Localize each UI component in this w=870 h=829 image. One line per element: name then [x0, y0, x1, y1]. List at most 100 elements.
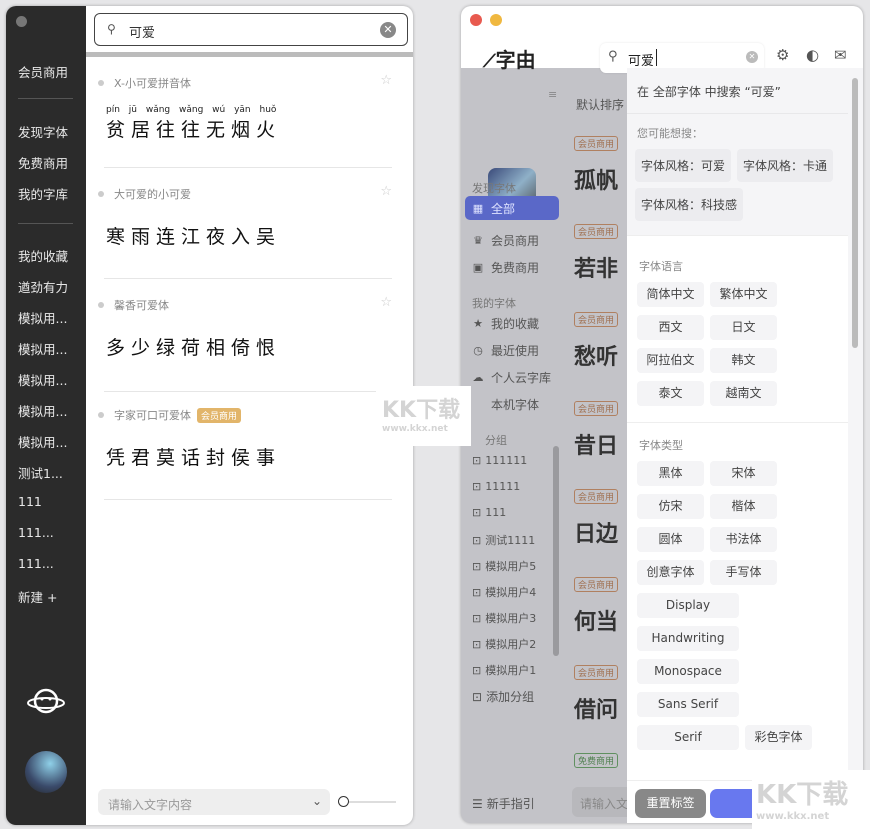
avatar[interactable]: [25, 751, 67, 793]
sidebar-item-vip[interactable]: ♛ 会员商用: [471, 232, 539, 249]
group-item[interactable]: ⊡ 模拟用户5: [472, 558, 536, 574]
type-tag[interactable]: 彩色字体: [745, 725, 812, 750]
group-item[interactable]: ⊡ 测试1111: [472, 532, 535, 548]
sidebar-item[interactable]: 111: [18, 494, 42, 509]
group-item[interactable]: ⊡ 模拟用户3: [472, 610, 536, 626]
theme-icon[interactable]: ◐: [806, 46, 819, 64]
chevron-down-icon[interactable]: ⌄: [312, 794, 322, 808]
sidebar-item[interactable]: 测试1...: [18, 463, 63, 482]
window-control[interactable]: [16, 16, 27, 27]
font-row[interactable]: 会员商用 何当: [574, 573, 619, 636]
sidebar-item[interactable]: 模拟用...: [18, 432, 67, 451]
font-item[interactable]: 字家可口可爱体会员商用 A 凭君莫话封侯事: [98, 405, 392, 500]
font-row[interactable]: 会员商用 孤帆: [574, 132, 619, 195]
sidebar-item[interactable]: 模拟用...: [18, 370, 67, 389]
sidebar-item[interactable]: 111...: [18, 556, 54, 571]
type-tag[interactable]: 楷体: [710, 494, 777, 519]
slider-handle[interactable]: [338, 796, 349, 807]
search-all-option[interactable]: 在 全部字体 中搜索 “可爱”: [627, 68, 848, 114]
suggestion-chip[interactable]: 字体风格：可爱: [635, 149, 732, 182]
close-button[interactable]: [470, 14, 482, 26]
preview-text-input[interactable]: 请输入文字内容 ⌄: [98, 789, 330, 815]
sidebar-item-free[interactable]: ▣ 免费商用: [471, 259, 539, 276]
font-row[interactable]: 会员商用 昔日: [574, 397, 619, 460]
font-sample: 多少绿荷相倚恨: [106, 337, 282, 359]
sort-dropdown[interactable]: 默认排序: [576, 96, 624, 113]
font-row[interactable]: 会员商用 日边: [574, 485, 619, 548]
star-icon[interactable]: ☆: [380, 184, 392, 199]
sidebar-item[interactable]: 遒劲有力: [18, 277, 68, 296]
guide-button[interactable]: ☰ 新手指引: [472, 795, 535, 812]
sidebar-item[interactable]: 发现字体: [18, 122, 68, 141]
sidebar-item[interactable]: 我的收藏: [18, 246, 68, 265]
search-input[interactable]: ⚲ 可爱 ✕: [94, 13, 408, 46]
sidebar-item[interactable]: 模拟用...: [18, 339, 67, 358]
mini-font-window: 会员商用 发现字体 免费商用 我的字库 我的收藏 遒劲有力 模拟用... 模拟用…: [6, 6, 413, 825]
group-item[interactable]: ⊡ 模拟用户1: [472, 662, 536, 678]
language-tag[interactable]: 西文: [637, 315, 704, 340]
type-tag[interactable]: 圆体: [637, 527, 704, 552]
type-tag[interactable]: 仿宋: [637, 494, 704, 519]
font-row[interactable]: 会员商用 借问: [574, 661, 619, 724]
sidebar-item-favorites[interactable]: ★ 我的收藏: [471, 315, 539, 332]
sidebar-item[interactable]: 模拟用...: [18, 401, 67, 420]
collapse-icon[interactable]: ≡: [548, 88, 557, 101]
font-row[interactable]: 免费商用: [574, 749, 619, 768]
sidebar-item-cloud[interactable]: ☁ 个人云字库: [471, 369, 552, 386]
reset-tags-button[interactable]: 重置标签: [635, 789, 706, 818]
type-tag[interactable]: Serif: [637, 725, 739, 750]
font-item[interactable]: 馨香可爱体 ☆ 多少绿荷相倚恨: [98, 295, 392, 392]
sidebar-item[interactable]: 我的字库: [18, 184, 68, 203]
clear-icon[interactable]: ✕: [746, 51, 758, 63]
type-tag[interactable]: Sans Serif: [637, 692, 739, 717]
group-item[interactable]: ⊡ 11111: [472, 480, 520, 493]
sidebar-item[interactable]: 111...: [18, 525, 54, 540]
type-tag[interactable]: 手写体: [710, 560, 777, 585]
add-group-button[interactable]: ⊡ 添加分组: [472, 688, 534, 705]
font-row[interactable]: 会员商用 若非: [574, 220, 619, 283]
star-icon[interactable]: ☆: [380, 73, 392, 88]
clear-icon[interactable]: ✕: [380, 22, 396, 38]
type-tag[interactable]: Display: [637, 593, 739, 618]
suggestion-chip[interactable]: 字体风格：科技感: [635, 188, 744, 221]
suggestion-chip[interactable]: 字体风格：卡通: [737, 149, 834, 182]
settings-icon[interactable]: ⚙: [776, 46, 789, 64]
mail-icon[interactable]: ✉: [834, 46, 847, 64]
star-icon[interactable]: ☆: [380, 295, 392, 310]
type-tag[interactable]: 书法体: [710, 527, 777, 552]
language-tag[interactable]: 韩文: [710, 348, 777, 373]
group-item[interactable]: ⊡ 模拟用户4: [472, 584, 536, 600]
font-item[interactable]: X-小可爱拼音体 ☆ pín jū wǎng wǎng wú yān huǒ 贫…: [98, 73, 392, 168]
divider: [18, 98, 73, 99]
type-tag[interactable]: Monospace: [637, 659, 739, 684]
group-item[interactable]: ⊡ 111: [472, 506, 506, 519]
dropdown-scrollbar[interactable]: [848, 68, 863, 823]
language-tag[interactable]: 越南文: [710, 381, 777, 406]
section-label: 我的字体: [472, 297, 516, 310]
group-item[interactable]: ⊡ 模拟用户2: [472, 636, 536, 652]
type-tag[interactable]: 黑体: [637, 461, 704, 486]
font-row[interactable]: 会员商用 愁听: [574, 308, 619, 371]
language-tag[interactable]: 阿拉伯文: [637, 348, 704, 373]
group-item[interactable]: ⊡ 111111: [472, 454, 527, 467]
sidebar-item-all[interactable]: ▦ 全部: [465, 196, 559, 220]
type-tag[interactable]: Handwriting: [637, 626, 739, 651]
sidebar-item-local[interactable]: 本机字体: [471, 396, 539, 413]
sidebar-item[interactable]: 免费商用: [18, 153, 68, 172]
new-group-button[interactable]: 新建 +: [18, 587, 57, 606]
language-tag[interactable]: 简体中文: [637, 282, 704, 307]
type-tag[interactable]: 创意字体: [637, 560, 704, 585]
minimize-button[interactable]: [490, 14, 502, 26]
language-tag[interactable]: 泰文: [637, 381, 704, 406]
font-item[interactable]: 大可爱的小可爱 ☆ 寒雨连江夜入吴: [98, 184, 392, 279]
language-tag[interactable]: 日文: [710, 315, 777, 340]
sidebar: ≡ 发现字体 ▦ 全部 ♛ 会员商用 ▣ 免费商用 我的字体 ★ 我的收藏 ◷ 最近使用 …: [461, 68, 561, 823]
sidebar-scrollbar[interactable]: [553, 446, 559, 656]
planet-icon[interactable]: [26, 686, 66, 716]
sidebar-item[interactable]: 模拟用...: [18, 308, 67, 327]
language-tag[interactable]: 繁体中文: [710, 282, 777, 307]
size-slider[interactable]: [338, 796, 396, 807]
type-tag[interactable]: 宋体: [710, 461, 777, 486]
sidebar-item-recent[interactable]: ◷ 最近使用: [471, 342, 539, 359]
sidebar-item[interactable]: 会员商用: [18, 62, 68, 81]
